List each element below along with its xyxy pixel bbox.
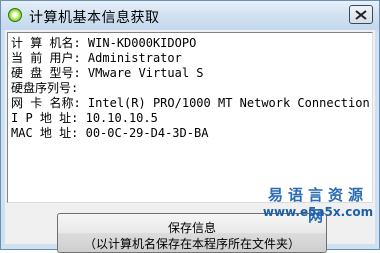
info-label: 计 算 机名: xyxy=(11,36,81,50)
info-value: VMware Virtual S xyxy=(87,66,204,80)
info-value: Intel(R) PRO/1000 MT Network Connection xyxy=(87,96,370,110)
info-label: I P 地 址: xyxy=(11,111,79,125)
close-button[interactable] xyxy=(349,5,373,24)
info-value: 10.10.10.5 xyxy=(85,111,158,125)
app-icon xyxy=(8,8,22,22)
window-title: 计算机基本信息获取 xyxy=(29,10,160,26)
info-row-mac-address: MAC 地 址: 00-0C-29-D4-3D-BA xyxy=(11,126,208,140)
watermark-url: www.e5a5x.com xyxy=(262,205,374,219)
info-label: 硬 盘 型号: xyxy=(11,66,81,80)
info-value: WIN-KD000KIDOPO xyxy=(87,36,197,50)
save-button-hint: （以计算机名保存在本程序所在文件夹） xyxy=(83,237,300,251)
info-value: Administrator xyxy=(87,51,182,65)
app-window: 计算机基本信息获取 计 算 机名: WIN-KD000KIDOPO 当 前 用户… xyxy=(0,0,380,253)
info-row-ip-address: I P 地 址: 10.10.10.5 xyxy=(11,111,158,125)
info-label: 硬盘序列号: xyxy=(11,81,79,95)
close-icon xyxy=(355,9,367,20)
info-row-nic-name: 网 卡 名称: Intel(R) PRO/1000 MT Network Con… xyxy=(11,96,370,110)
info-row-disk-serial: 硬盘序列号: xyxy=(11,81,78,95)
info-label: 当 前 用户: xyxy=(11,51,81,65)
info-row-current-user: 当 前 用户: Administrator xyxy=(11,51,182,65)
info-row-computer-name: 计 算 机名: WIN-KD000KIDOPO xyxy=(11,36,196,50)
info-row-disk-model: 硬 盘 型号: VMware Virtual S xyxy=(11,66,204,80)
info-label: 网 卡 名称: xyxy=(11,96,81,110)
site-watermark: 易语言资源网 www.e5a5x.com xyxy=(259,184,377,226)
info-label: MAC 地 址: xyxy=(11,126,79,140)
info-value: 00-0C-29-D4-3D-BA xyxy=(85,126,209,140)
title-bar[interactable]: 计算机基本信息获取 xyxy=(1,1,379,30)
info-textbox[interactable]: 计 算 机名: WIN-KD000KIDOPO 当 前 用户: Administ… xyxy=(7,32,373,203)
